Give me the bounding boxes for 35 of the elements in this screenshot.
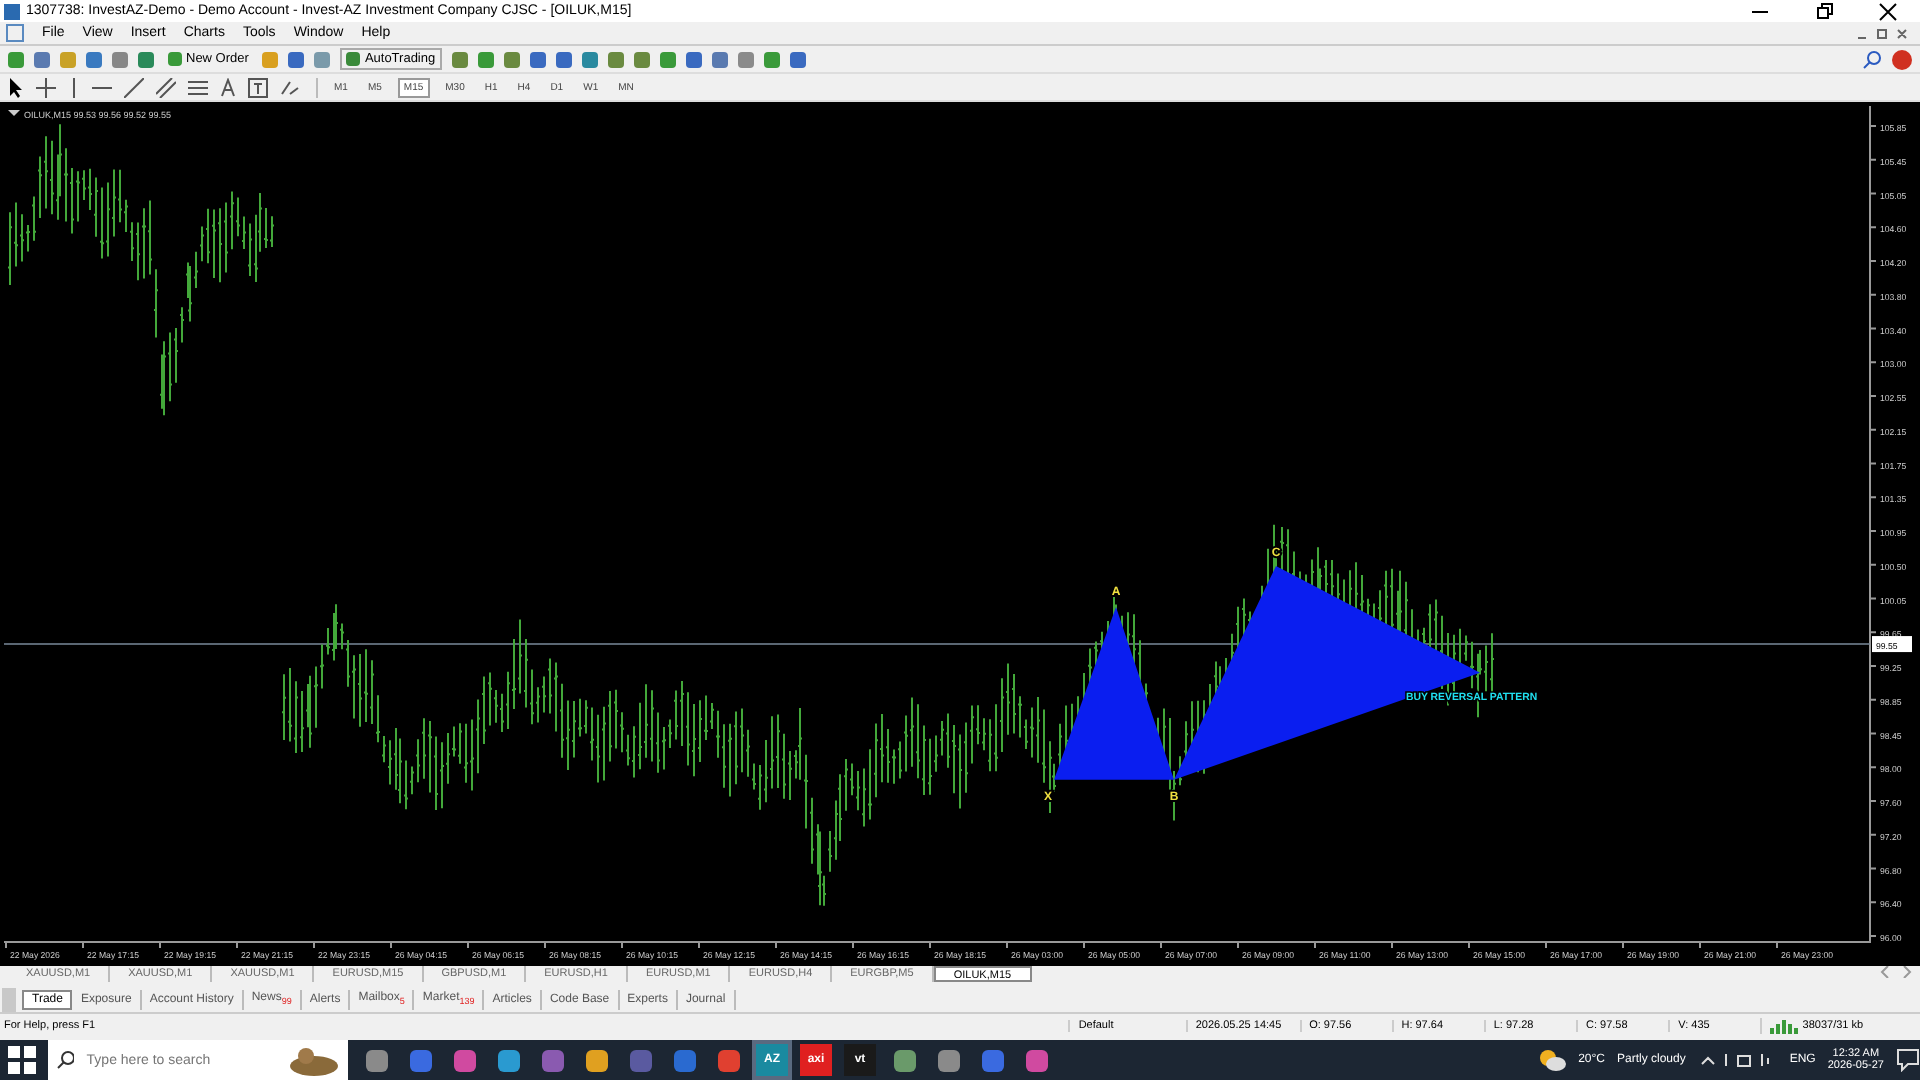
weather-cloud-icon xyxy=(1538,1048,1567,1072)
start-button[interactable] xyxy=(8,1046,36,1074)
close-icon xyxy=(1878,1,1898,21)
cursor-icon[interactable] xyxy=(8,77,24,97)
taskbar-app-icon[interactable] xyxy=(888,1044,920,1076)
taskbar-app-icon[interactable] xyxy=(1020,1044,1052,1076)
taskbar-app-icon[interactable] xyxy=(580,1044,612,1076)
connection-bars-icon xyxy=(1770,1018,1799,1034)
crosshair-icon[interactable] xyxy=(36,77,56,97)
taskbar-app-icon[interactable] xyxy=(712,1044,744,1076)
search-icon[interactable] xyxy=(1862,49,1882,69)
taskbar-app-icon[interactable] xyxy=(492,1044,524,1076)
taskbar-app-icon[interactable] xyxy=(360,1044,392,1076)
taskbar-app-icon[interactable] xyxy=(448,1044,480,1076)
taskbar-app-icon[interactable] xyxy=(668,1044,700,1076)
taskbar-app-icon[interactable] xyxy=(932,1044,964,1076)
alert-icon[interactable] xyxy=(1892,49,1912,69)
scroll-arrows-icon[interactable] xyxy=(1880,966,1912,978)
vertical-line-icon[interactable] xyxy=(68,77,80,97)
fibonacci-icon[interactable] xyxy=(188,77,208,97)
trend-line-icon[interactable] xyxy=(124,77,144,97)
text-tool-icon[interactable] xyxy=(220,77,236,97)
arrows-icon[interactable] xyxy=(280,77,304,97)
taskbar-app-icon[interactable] xyxy=(404,1044,436,1076)
document-icon xyxy=(6,24,24,42)
label-tool-icon[interactable] xyxy=(248,77,268,97)
notification-icon[interactable] xyxy=(1896,1048,1920,1072)
taskbar-app-icon[interactable] xyxy=(536,1044,568,1076)
current-price-tag xyxy=(1872,636,1912,653)
search-icon xyxy=(56,1050,75,1070)
restore-icon xyxy=(1814,1,1834,21)
caret-icon[interactable] xyxy=(8,110,20,116)
app-logo-icon xyxy=(4,3,20,19)
taskbar-app-icon[interactable] xyxy=(976,1044,1008,1076)
channel-icon[interactable] xyxy=(156,77,176,97)
